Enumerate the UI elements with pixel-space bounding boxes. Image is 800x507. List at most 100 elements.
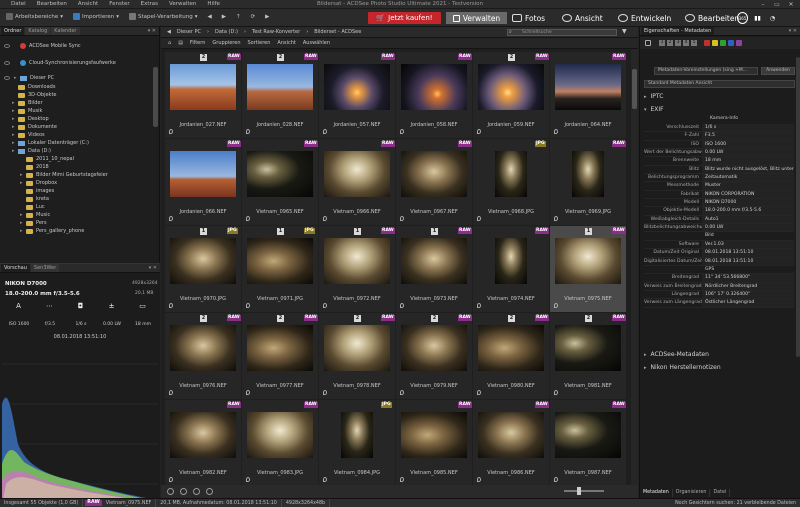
exif-value[interactable]: Auto1	[702, 215, 794, 224]
sort-menu[interactable]: Sortieren	[248, 40, 271, 46]
exif-value[interactable]: ISO 1600	[702, 140, 794, 149]
tree-item[interactable]: ▸ Videos	[12, 131, 45, 139]
thumbnail-item[interactable]: 1 JPG Vietnam_0970.JPG	[165, 226, 241, 312]
tree-item[interactable]: ▸ Pers	[20, 219, 47, 227]
tab-catalog[interactable]: Katalog	[25, 27, 51, 35]
workspaces-button[interactable]: Arbeitsbereiche ▾	[6, 13, 63, 20]
home-icon[interactable]: ⌂	[168, 40, 171, 46]
select-menu[interactable]: Auswählen	[303, 40, 330, 46]
folder-tree-scrollbar[interactable]	[153, 67, 158, 127]
rating-1[interactable]: 1	[659, 40, 665, 46]
tab-properties-metadata[interactable]: Eigenschaften - Metadaten	[641, 27, 715, 35]
nav-back-icon[interactable]: ◀	[207, 14, 211, 20]
tree-item[interactable]: Downloads	[12, 83, 55, 91]
thumbnail-item[interactable]: RAW Jordanien_066.NEF	[165, 139, 241, 225]
group-menu[interactable]: Gruppieren	[212, 40, 240, 46]
visibility-eye-icon[interactable]	[4, 44, 10, 48]
pin-icon[interactable]: ▾ ✕	[148, 27, 159, 35]
graph-icon[interactable]: ▮▮	[752, 12, 763, 24]
exif-value[interactable]: Ver.1.03	[702, 240, 794, 249]
metadata-view-select[interactable]: Standard Metadaten Ansicht	[644, 80, 795, 88]
thumbnail-item[interactable]: 2 RAW Vietnam_0980.NEF	[473, 313, 549, 399]
thumbnail-item[interactable]: RAW Vietnam_0965.NEF	[242, 139, 318, 225]
color-label-red[interactable]	[704, 40, 710, 46]
compare-icon[interactable]	[193, 488, 200, 495]
rotate-right-icon[interactable]	[180, 488, 187, 495]
thumbnail-item[interactable]: 1 JPG Vietnam_0971.JPG	[242, 226, 318, 312]
thumbnail-item[interactable]: 2 RAW Vietnam_0976.NEF	[165, 313, 241, 399]
breadcrumb-item[interactable]: Dieser PC	[177, 29, 201, 35]
exif-value[interactable]: Bild	[702, 232, 794, 239]
thumbnail-item[interactable]: 2 RAW Jordanien_059.NEF	[473, 52, 549, 138]
properties-pin-icon[interactable]: ▾ ✕	[789, 27, 800, 35]
tab-calendar[interactable]: Kalender	[51, 27, 80, 35]
exif-value[interactable]: 1/6 s	[702, 124, 794, 132]
tab-metadata[interactable]: Metadaten	[640, 489, 673, 497]
maximize-icon[interactable]: ▭	[770, 0, 784, 9]
view-menu[interactable]: Ansicht	[277, 40, 295, 46]
filter-menu[interactable]: Filtern	[190, 40, 205, 46]
mode-photos-button[interactable]: Fotos	[512, 12, 545, 24]
tab-organize[interactable]: Organisieren	[673, 489, 711, 497]
thumbnail-item[interactable]: RAW Jordanien_058.NEF	[396, 52, 472, 138]
folder-up-icon[interactable]: ▤	[178, 40, 183, 46]
thumbnail-size-knob[interactable]	[577, 487, 581, 495]
preview-pin-icon[interactable]: ▾ ✕	[149, 264, 160, 272]
exif-value[interactable]: 08.01.2018 13:51:10	[702, 257, 794, 265]
rating-4[interactable]: 4	[683, 40, 689, 46]
exif-value[interactable]: Zeitautomatik	[702, 174, 794, 182]
exif-value[interactable]: 11° 34' 53.566800"	[702, 274, 794, 282]
tree-item[interactable]: ▸ Music	[20, 211, 50, 219]
tab-preview[interactable]: Vorschau	[1, 264, 30, 272]
filter-funnel-icon[interactable]: ▼	[622, 28, 627, 35]
slideshow-icon[interactable]	[206, 488, 213, 495]
breadcrumb-item[interactable]: Data (D:)	[215, 29, 238, 35]
tree-item[interactable]: Luc	[20, 203, 45, 211]
365-icon[interactable]: 365	[737, 12, 748, 24]
batch-button[interactable]: Stapel-Verarbeitung ▾	[129, 13, 197, 20]
up-icon[interactable]: ↑	[236, 14, 241, 20]
thumbnail-item[interactable]: 2 RAW Vietnam_0977.NEF	[242, 313, 318, 399]
thumbnail-item[interactable]: 2 RAW Jordanien_028.NEF	[242, 52, 318, 138]
thumbnail-item[interactable]: 1 RAW Vietnam_0975.NEF	[550, 226, 626, 312]
dashboard-icon[interactable]: ◔	[767, 12, 778, 24]
thumbnail-item[interactable]: 2 RAW Jordanien_027.NEF	[165, 52, 241, 138]
thumbnail-item[interactable]: RAW Vietnam_0974.NEF	[473, 226, 549, 312]
tree-item[interactable]: 3D-Objekte	[12, 91, 56, 99]
mode-manage-button[interactable]: Verwalten	[446, 12, 507, 24]
color-label-blue[interactable]	[728, 40, 734, 46]
thumbnail-item[interactable]: RAW Vietnam_0983.JPG	[242, 400, 318, 486]
apply-button[interactable]: Anwenden	[761, 67, 795, 75]
tree-item[interactable]: ▸ Lokaler Datenträger (C:)	[12, 139, 89, 147]
minimize-icon[interactable]: –	[756, 0, 770, 9]
exif-value[interactable]: 08.01.2018 13:51:10	[702, 249, 794, 257]
rotate-left-icon[interactable]	[167, 488, 174, 495]
thumbnail-item[interactable]: 1 RAW Vietnam_0972.NEF	[319, 226, 395, 312]
tree-item[interactable]: ▸ Dokumente	[12, 123, 57, 131]
exif-value[interactable]: Nördlicher Breitengrad	[702, 282, 794, 290]
tree-item[interactable]: ▸ Musik	[12, 107, 42, 115]
buy-now-button[interactable]: 🛒 Jetzt kaufen!	[368, 12, 441, 24]
thumbnail-item[interactable]: RAW Jordanien_057.NEF	[319, 52, 395, 138]
exif-value[interactable]: 18 mm	[702, 157, 794, 165]
tag-checkbox[interactable]	[645, 40, 651, 46]
color-label-green[interactable]	[720, 40, 726, 46]
nav-forward-icon[interactable]: ▶	[222, 14, 226, 20]
properties-scrollbar[interactable]	[796, 57, 800, 357]
rating-3[interactable]: 3	[675, 40, 681, 46]
thumbnail-item[interactable]: RAW Vietnam_0967.NEF	[396, 139, 472, 225]
exif-value[interactable]: GPS	[702, 266, 794, 273]
breadcrumb-back-icon[interactable]: ◀	[167, 29, 171, 35]
thumbnail-item[interactable]: RAW Vietnam_0986.NEF	[473, 400, 549, 486]
exif-value[interactable]: NIKON CORPORATION	[702, 190, 794, 199]
thumbnail-size-slider[interactable]	[564, 490, 604, 492]
exif-value[interactable]: NIKON D7000	[702, 199, 794, 207]
exif-value[interactable]: Muster	[702, 182, 794, 190]
thumbnail-item[interactable]: RAW Jordanien_064.NEF	[550, 52, 626, 138]
play-icon[interactable]: ▶	[265, 14, 269, 20]
refresh-icon[interactable]: ⟳	[251, 14, 256, 20]
color-label-yellow[interactable]	[712, 40, 718, 46]
thumbnail-item[interactable]: JPG Vietnam_0968.JPG	[473, 139, 549, 225]
thumbnail-item[interactable]: 1 RAW Vietnam_0973.NEF	[396, 226, 472, 312]
tree-item[interactable]: 2018	[20, 163, 49, 171]
